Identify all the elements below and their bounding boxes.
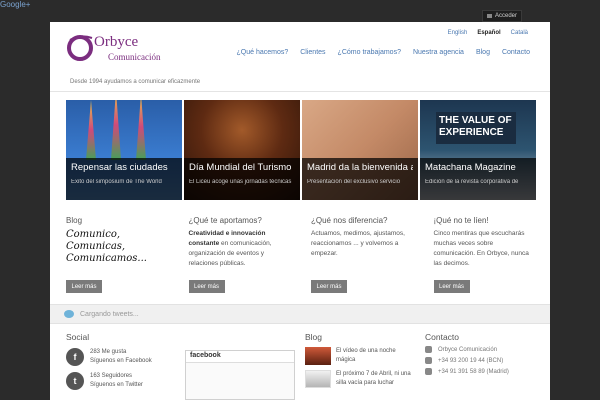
- column-text: Actuamos, medimos, ajustamos, reaccionam…: [311, 230, 405, 257]
- slide-title: Repensar las ciudades: [71, 162, 168, 173]
- google-plus-link[interactable]: Google+: [0, 0, 30, 9]
- footer: Social f 283 Me gusta Síguenos en Facebo…: [50, 324, 550, 400]
- logo-main-text: Orbyce: [94, 34, 139, 50]
- twitter-icon: t: [66, 372, 84, 390]
- twitter-label: Síguenos en Twitter: [90, 382, 143, 388]
- blog-post[interactable]: El próximo 7 de Abril, ni una silla vací…: [305, 370, 425, 388]
- read-more-button[interactable]: Leer más: [66, 280, 102, 293]
- handwritten-image: Comunico, Comunicas, Comunicamos...: [66, 229, 147, 264]
- nav-contacto[interactable]: Contacto: [496, 49, 536, 56]
- facebook-icon: f: [66, 348, 84, 366]
- column-title: ¿Qué nos diferencia?: [311, 216, 388, 225]
- logo[interactable]: Orbyce Comunicación: [66, 32, 216, 66]
- slide-subtitle: Éxito del simposium de The World: [71, 179, 162, 185]
- phone-icon: [425, 357, 432, 364]
- slide-title: Matachana Magazine: [425, 162, 516, 173]
- facebook-label: Síguenos en Facebook: [90, 358, 152, 364]
- slide-caption: Día Mundial del Turismo El Liceu acoge u…: [184, 158, 300, 200]
- slide-caption: Matachana Magazine Edición de la revista…: [420, 158, 536, 200]
- tagline: Desde 1994 ayudamos a comunicar eficazme…: [70, 79, 201, 85]
- facebook-widget[interactable]: facebook: [185, 350, 295, 400]
- slide-subtitle: Edición de la revista corporativa de: [425, 179, 519, 185]
- magazine-cover-text: THE VALUE OF EXPERIENCE: [436, 112, 516, 144]
- footer-contact-title: Contacto: [425, 332, 460, 342]
- slide-caption: Repensar las ciudades Éxito del simposiu…: [66, 158, 182, 200]
- featured-slider: Repensar las ciudades Éxito del simposiu…: [66, 100, 536, 200]
- login-button[interactable]: Acceder: [482, 10, 522, 22]
- facebook-count: 283 Me gusta: [90, 349, 127, 355]
- slide-madrid[interactable]: Madrid da la bienvenida a Presentación d…: [302, 100, 418, 200]
- read-more-button[interactable]: Leer más: [433, 280, 470, 293]
- blog-post-title: El vídeo de una noche mágica: [336, 348, 396, 363]
- column-aportamos: ¿Qué te aportamos? Creatividad e innovac…: [188, 216, 292, 294]
- lock-icon: [486, 14, 492, 18]
- read-more-button[interactable]: Leer más: [311, 280, 347, 293]
- facebook-widget-header: facebook: [186, 351, 294, 363]
- blog-thumbnail: [305, 370, 331, 388]
- contact-company: Orbyce Comunicación: [425, 346, 535, 353]
- twitter-text: 163 Seguidores Síguenos en Twitter: [90, 372, 143, 390]
- contact-company-text: Orbyce Comunicación: [438, 346, 498, 353]
- blog-post-title: El próximo 7 de Abril, ni una silla vací…: [336, 371, 411, 386]
- contact-phone-bcn-text: +34 93 200 19 44 (BCN): [438, 357, 504, 364]
- column-title: ¿Qué te aportamos?: [188, 216, 262, 225]
- slide-subtitle: El Liceu acoge unas jornadas técnicas: [189, 179, 292, 185]
- lang-english[interactable]: English: [448, 30, 468, 36]
- contact-phone-madrid-text: +34 91 391 58 89 (Madrid): [438, 368, 509, 375]
- column-text: Creatividad e innovación constante en co…: [189, 229, 292, 269]
- facebook-text: 283 Me gusta Síguenos en Facebook: [90, 348, 152, 366]
- page-container: Orbyce Comunicación Desde 1994 ayudamos …: [50, 22, 550, 400]
- feature-columns: Blog Comunico, Comunicas, Comunicamos...…: [66, 216, 536, 294]
- footer-social: Social f 283 Me gusta Síguenos en Facebo…: [66, 332, 176, 390]
- tweets-loading-text: Cargando tweets...: [80, 310, 139, 318]
- contact-phone-madrid[interactable]: +34 91 391 58 89 (Madrid): [425, 368, 535, 375]
- phone-icon: [425, 368, 432, 375]
- column-title: ¡Qué no te líen!: [433, 216, 489, 225]
- slide-repensar[interactable]: Repensar las ciudades Éxito del simposiu…: [66, 100, 182, 200]
- column-title: Blog: [66, 216, 83, 225]
- nav-blog[interactable]: Blog: [470, 49, 496, 56]
- twitter-follow[interactable]: t 163 Seguidores Síguenos en Twitter: [66, 372, 176, 390]
- column-no-lien: ¡Qué no te líen! Cinco mentiras que escu…: [433, 216, 537, 294]
- logo-sub-text: Comunicación: [108, 52, 161, 62]
- contact-phone-bcn[interactable]: +34 93 200 19 44 (BCN): [425, 357, 535, 364]
- tweets-bar: Cargando tweets...: [50, 304, 550, 324]
- slide-turismo[interactable]: Día Mundial del Turismo El Liceu acoge u…: [184, 100, 300, 200]
- header: Orbyce Comunicación Desde 1994 ayudamos …: [50, 22, 550, 92]
- nav-clientes[interactable]: Clientes: [294, 49, 331, 56]
- blog-thumbnail: [305, 347, 331, 365]
- twitter-count: 163 Seguidores: [90, 373, 133, 379]
- lang-catala[interactable]: Català: [511, 30, 528, 36]
- nav-nuestra-agencia[interactable]: Nuestra agencia: [407, 49, 470, 56]
- footer-contact: Contacto Orbyce Comunicación +34 93 200 …: [425, 332, 535, 375]
- language-switcher: English Español Català: [448, 30, 528, 36]
- twitter-bird-icon: [64, 310, 74, 318]
- slide-matachana[interactable]: THE VALUE OF EXPERIENCE Matachana Magazi…: [420, 100, 536, 200]
- facebook-follow[interactable]: f 283 Me gusta Síguenos en Facebook: [66, 348, 176, 366]
- person-icon: [425, 346, 432, 353]
- slide-title: Madrid da la bienvenida a: [307, 162, 413, 173]
- column-diferencia: ¿Qué nos diferencia? Actuamos, medimos, …: [311, 216, 414, 294]
- read-more-button[interactable]: Leer más: [188, 280, 225, 293]
- footer-blog-title: Blog: [305, 332, 323, 342]
- lang-espanol[interactable]: Español: [477, 30, 500, 36]
- main-nav: ¿Qué hacemos? Clientes ¿Cómo trabajamos?…: [231, 49, 537, 56]
- footer-social-title: Social: [66, 332, 90, 342]
- column-text: Cinco mentiras que escucharás muchas vec…: [433, 230, 529, 267]
- login-label: Acceder: [494, 13, 517, 19]
- nav-como-trabajamos[interactable]: ¿Cómo trabajamos?: [332, 49, 407, 56]
- blog-post[interactable]: El vídeo de una noche mágica: [305, 347, 425, 365]
- nav-que-hacemos[interactable]: ¿Qué hacemos?: [231, 49, 295, 56]
- column-blog: Blog Comunico, Comunicas, Comunicamos...…: [66, 216, 169, 294]
- slide-caption: Madrid da la bienvenida a Presentación d…: [302, 158, 418, 200]
- footer-blog: Blog El vídeo de una noche mágica El pró…: [305, 332, 425, 388]
- slide-title: Día Mundial del Turismo: [189, 162, 292, 173]
- slide-subtitle: Presentación del exclusivo servicio: [307, 179, 401, 185]
